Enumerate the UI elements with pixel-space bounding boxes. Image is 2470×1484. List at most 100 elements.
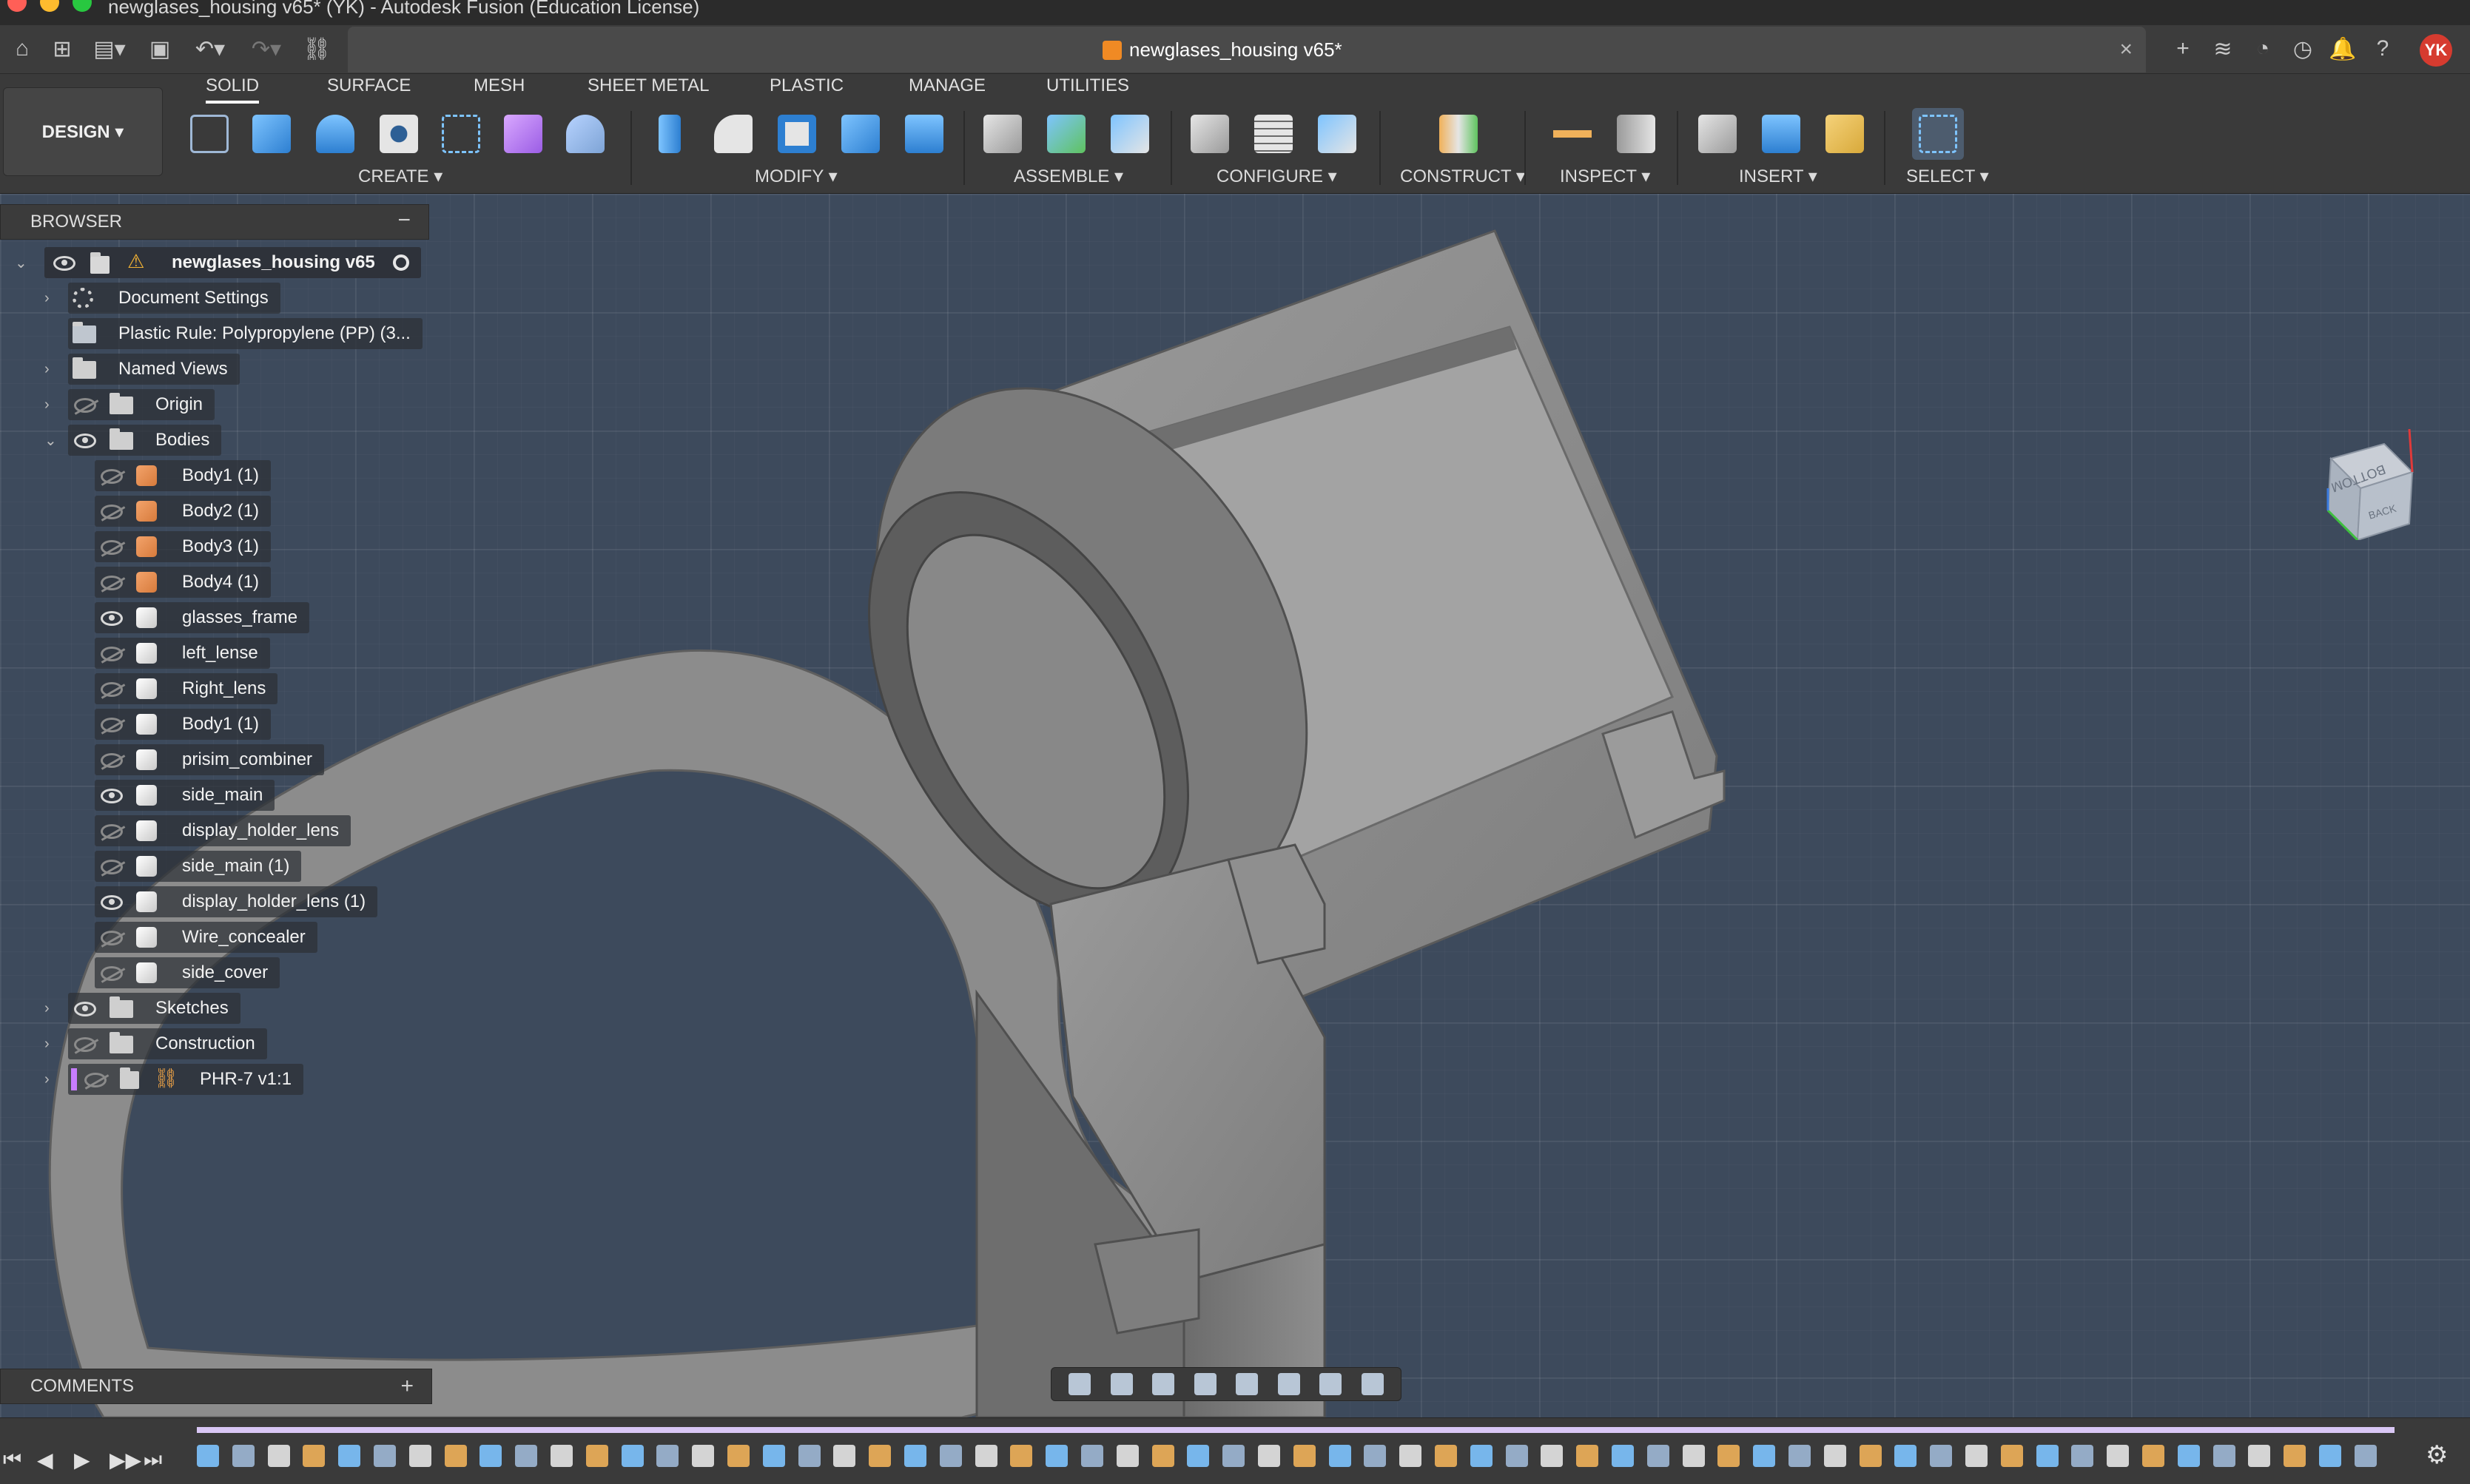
browser-item-body[interactable]: side_cover [95, 957, 280, 988]
browser-item-body[interactable]: side_main [95, 780, 275, 811]
timeline-feature-icon[interactable] [1222, 1445, 1245, 1467]
tab-solid[interactable]: SOLID [206, 75, 260, 104]
close-tab-icon[interactable]: × [2119, 37, 2133, 62]
visibility-hidden-icon[interactable] [74, 398, 96, 413]
section-analysis-icon[interactable] [1610, 108, 1662, 160]
revolve-icon[interactable] [309, 108, 361, 160]
fit-icon[interactable] [1236, 1373, 1259, 1395]
timeline-feature-icon[interactable] [2354, 1445, 2377, 1467]
configure-group-label[interactable]: CONFIGURE ▾ [1217, 166, 1337, 187]
timeline-feature-icon[interactable] [2319, 1445, 2341, 1467]
timeline-feature-icon[interactable] [1435, 1445, 1457, 1467]
home-icon[interactable]: ⌂ [7, 36, 37, 62]
timeline-feature-icon[interactable] [1399, 1445, 1422, 1467]
configuration-rules-icon[interactable] [1311, 108, 1363, 160]
press-pull-icon[interactable] [644, 108, 696, 160]
file-menu-icon[interactable]: ▤▾ [87, 36, 132, 62]
as-built-joint-icon[interactable] [1104, 108, 1156, 160]
timeline-play-icon[interactable]: ▶ [74, 1448, 90, 1472]
browser-item-body[interactable]: left_lense [95, 638, 270, 669]
timeline-feature-icon[interactable] [1930, 1445, 1953, 1467]
timeline-feature-icon[interactable] [1081, 1445, 1103, 1467]
browser-item-body[interactable]: Wire_concealer [95, 922, 317, 953]
timeline-feature-icon[interactable] [621, 1445, 644, 1467]
timeline-feature-icon[interactable] [1859, 1445, 1882, 1467]
timeline-feature-icon[interactable] [869, 1445, 892, 1467]
chevron-down-icon[interactable]: ⌄ [15, 254, 27, 272]
timeline-feature-icon[interactable] [1788, 1445, 1811, 1467]
timeline-feature-icon[interactable] [515, 1445, 538, 1467]
activate-radio-icon[interactable] [392, 254, 409, 271]
minimize-window-button[interactable] [40, 0, 59, 12]
timeline-feature-icon[interactable] [2071, 1445, 2094, 1467]
offset-plane-icon[interactable] [1433, 108, 1484, 160]
browser-header[interactable]: BROWSER − [0, 204, 429, 240]
timeline-feature-icon[interactable] [1505, 1445, 1528, 1467]
timeline-feature-icon[interactable] [1187, 1445, 1210, 1467]
visibility-hidden-icon[interactable] [101, 966, 123, 981]
timeline-feature-icon[interactable] [303, 1445, 326, 1467]
timeline-feature-icon[interactable] [656, 1445, 679, 1467]
collapse-browser-icon[interactable]: − [397, 208, 411, 233]
chevron-down-icon[interactable]: ⌄ [44, 431, 57, 450]
visibility-eye-icon[interactable] [101, 789, 123, 803]
timeline-feature-icon[interactable] [1753, 1445, 1776, 1467]
timeline-forward-icon[interactable]: ▶▶ [110, 1448, 141, 1472]
timeline-feature-icon[interactable] [939, 1445, 962, 1467]
timeline-feature-icon[interactable] [1541, 1445, 1564, 1467]
visibility-eye-icon[interactable] [74, 1002, 96, 1016]
visibility-hidden-icon[interactable] [101, 718, 123, 732]
timeline-feature-icon[interactable] [1612, 1445, 1634, 1467]
timeline-feature-icon[interactable] [1470, 1445, 1493, 1467]
timeline-feature-icon[interactable] [197, 1445, 219, 1467]
view-cube[interactable]: BOTTOM BACK [2321, 428, 2415, 542]
assemble-group-label[interactable]: ASSEMBLE ▾ [1014, 166, 1123, 187]
timeline-feature-icon[interactable] [1364, 1445, 1387, 1467]
visibility-hidden-icon[interactable] [101, 540, 123, 555]
visibility-hidden-icon[interactable] [101, 647, 123, 661]
browser-item-named-views[interactable]: › Named Views [44, 354, 240, 385]
browser-item-bodies[interactable]: ⌄ Bodies [44, 425, 222, 456]
browser-item-body[interactable]: Body1 (1) [95, 460, 272, 491]
timeline-feature-icon[interactable] [1010, 1445, 1033, 1467]
timeline-feature-icon[interactable] [833, 1445, 856, 1467]
workspace-switcher-button[interactable]: DESIGN ▾ [3, 87, 163, 176]
chevron-right-icon[interactable]: › [44, 397, 50, 414]
browser-item-body[interactable]: prisim_combiner [95, 744, 325, 775]
browser-item-document-settings[interactable]: › Document Settings [44, 283, 280, 314]
browser-item-body[interactable]: Right_lens [95, 673, 278, 704]
new-component-icon[interactable] [977, 108, 1029, 160]
joint-icon[interactable] [1040, 108, 1092, 160]
timeline-feature-icon[interactable] [2036, 1445, 2059, 1467]
extensions-icon[interactable]: ≋ [2208, 36, 2238, 62]
look-at-icon[interactable] [1110, 1373, 1133, 1395]
chevron-right-icon[interactable]: › [44, 1000, 50, 1017]
modify-group-label[interactable]: MODIFY ▾ [755, 166, 838, 187]
browser-item-body[interactable]: display_holder_lens [95, 815, 351, 846]
browser-item-construction[interactable]: › Construction [44, 1028, 267, 1059]
inspect-group-label[interactable]: INSPECT ▾ [1560, 166, 1650, 187]
measure-icon[interactable] [1547, 108, 1598, 160]
timeline-feature-icon[interactable] [1646, 1445, 1669, 1467]
timeline-feature-icon[interactable] [1293, 1445, 1316, 1467]
timeline-feature-icon[interactable] [2284, 1445, 2306, 1467]
add-comment-icon[interactable]: + [400, 1374, 414, 1399]
visibility-eye-icon[interactable] [101, 895, 123, 910]
fillet-icon[interactable] [707, 108, 759, 160]
create-form-icon[interactable] [497, 108, 549, 160]
timeline-feature-icon[interactable] [2107, 1445, 2130, 1467]
browser-item-body[interactable]: glasses_frame [95, 602, 310, 633]
orbit-icon[interactable] [1069, 1373, 1091, 1395]
timeline-feature-icon[interactable] [338, 1445, 361, 1467]
timeline-start-icon[interactable]: ⏮ [3, 1448, 21, 1472]
save-icon[interactable]: ▣ [145, 36, 175, 62]
browser-item-plastic-rule[interactable]: Plastic Rule: Polypropylene (PP) (3... [68, 318, 423, 349]
visibility-eye-icon[interactable] [53, 256, 75, 271]
timeline-feature-icon[interactable] [1151, 1445, 1174, 1467]
configuration-table-icon[interactable] [1248, 108, 1299, 160]
timeline-feature-icon[interactable] [2142, 1445, 2164, 1467]
visibility-hidden-icon[interactable] [101, 824, 123, 839]
link-icon[interactable]: ⛓ [302, 36, 332, 62]
create-group-label[interactable]: CREATE ▾ [358, 166, 442, 187]
timeline-settings-gear-icon[interactable]: ⚙ [2426, 1440, 2448, 1470]
